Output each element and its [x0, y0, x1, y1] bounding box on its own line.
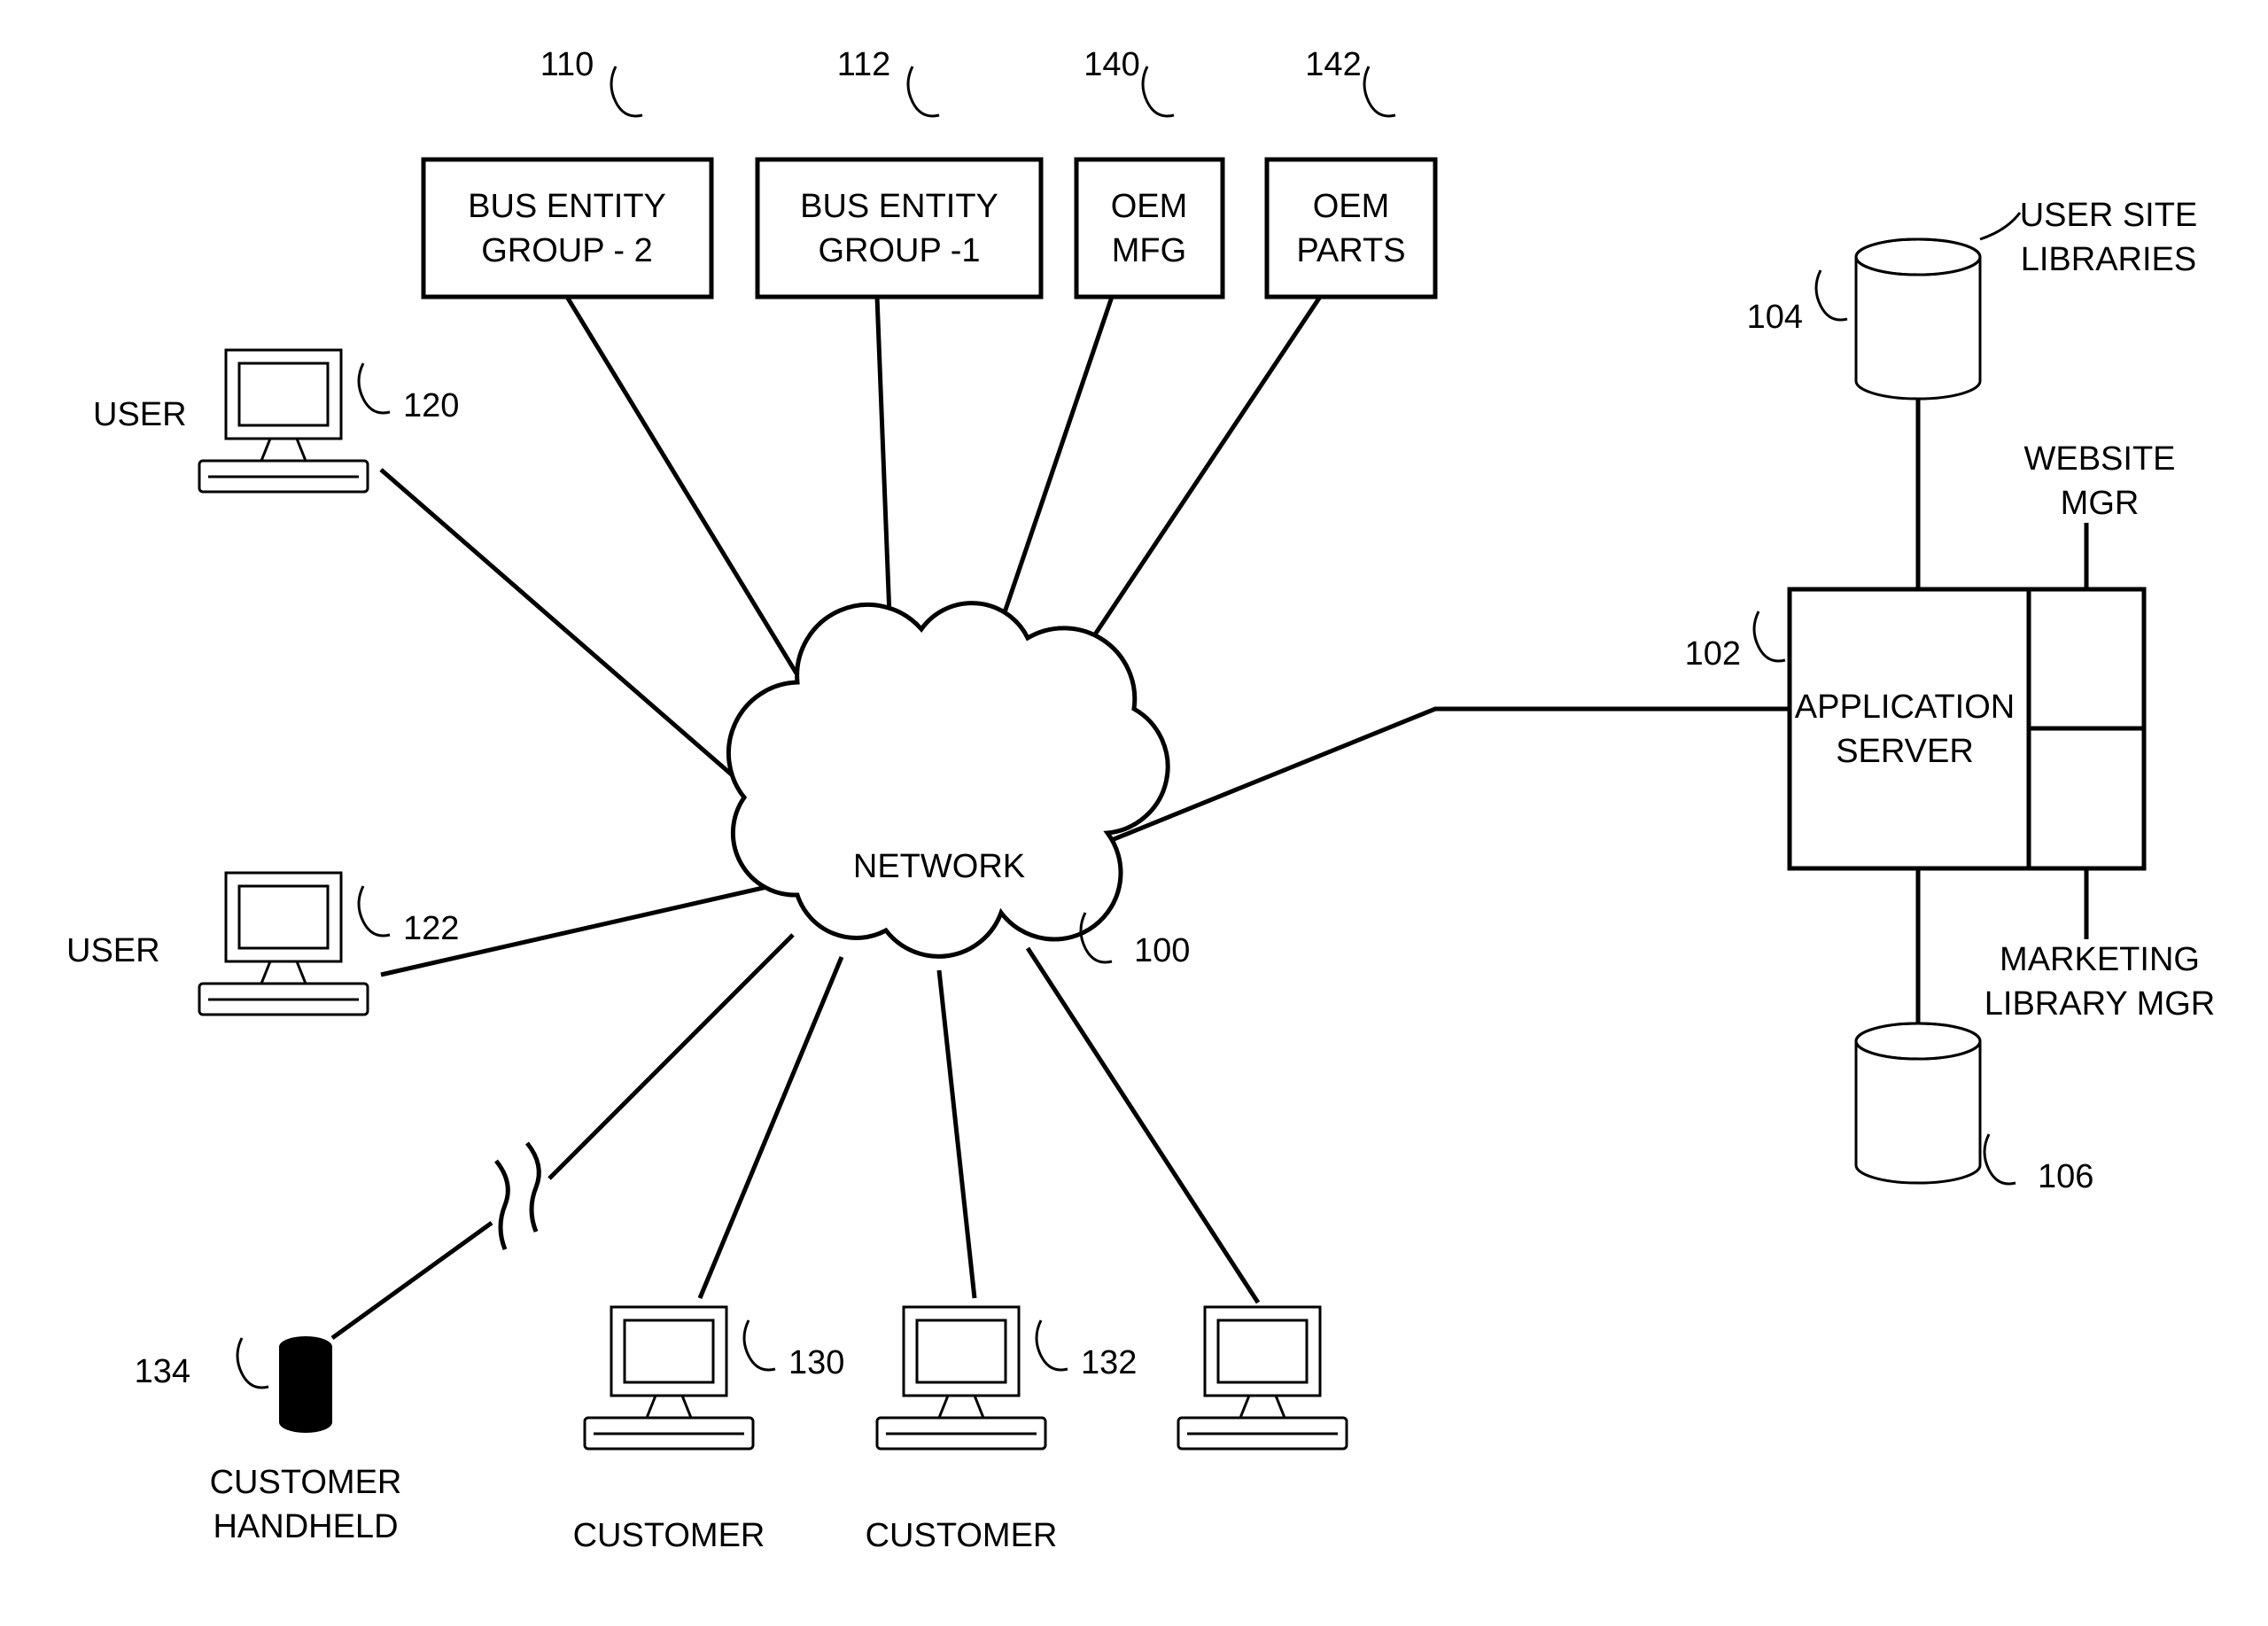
bus-entity-group-1: BUS ENTITY GROUP -1 112 — [757, 46, 1041, 297]
userlibs-line1: USER SITE — [2020, 197, 2198, 234]
oemmfg-ref: 140 — [1084, 46, 1139, 83]
be2-line1: BUS ENTITY — [468, 188, 666, 225]
be1-line2: GROUP -1 — [818, 232, 980, 269]
appserver-line2: SERVER — [1836, 733, 1974, 770]
oemmfg-line1: OEM — [1111, 188, 1188, 225]
database-icon — [1856, 239, 1980, 399]
computer-icon — [1178, 1307, 1347, 1449]
userlibs-ref: 104 — [1747, 299, 1803, 336]
handheld-ref: 134 — [135, 1353, 190, 1390]
marketing-lib-1: MARKETING — [2000, 941, 2200, 978]
computer-icon — [585, 1307, 753, 1449]
user-1: USER 120 — [93, 350, 459, 492]
oemparts-line1: OEM — [1313, 188, 1390, 225]
network-label: NETWORK — [853, 848, 1025, 885]
customer-handheld: 134 CUSTOMER HANDHELD — [135, 1336, 402, 1545]
computer-icon — [877, 1307, 1045, 1449]
oemparts-line2: PARTS — [1296, 232, 1405, 269]
be2-ref: 110 — [540, 46, 594, 83]
appserver-line1: APPLICATION — [1795, 689, 2015, 726]
computer-icon — [199, 873, 368, 1015]
oemparts-ref: 142 — [1305, 46, 1361, 83]
customer-2: CUSTOMER 132 — [866, 1307, 1138, 1554]
be1-ref: 112 — [837, 46, 891, 83]
customer-1: CUSTOMER 130 — [573, 1307, 845, 1554]
handheld-line1: CUSTOMER — [210, 1464, 402, 1501]
user-site-libraries-db: USER SITE LIBRARIES 104 — [1747, 197, 2198, 399]
user1-label: USER — [93, 396, 187, 433]
user2-ref: 122 — [403, 910, 459, 947]
customer2-label: CUSTOMER — [866, 1517, 1058, 1554]
handheld-line2: HANDHELD — [213, 1508, 398, 1545]
website-mgr-2: MGR — [2061, 485, 2140, 522]
userlibs-line2: LIBRARIES — [2021, 241, 2197, 278]
appserver-ref: 102 — [1685, 635, 1741, 673]
oem-parts: OEM PARTS 142 — [1267, 46, 1435, 297]
user2-label: USER — [66, 932, 160, 969]
bus-entity-group-2: BUS ENTITY GROUP - 2 110 — [423, 46, 711, 297]
website-mgr-1: WEBSITE — [2023, 440, 2175, 478]
customer1-ref: 130 — [788, 1344, 844, 1381]
customer-3 — [1178, 1307, 1347, 1449]
user-2: USER 122 — [66, 873, 459, 1015]
user1-ref: 120 — [403, 387, 459, 424]
marketing-lib-2: LIBRARY MGR — [1984, 985, 2215, 1023]
oemmfg-line2: MFG — [1112, 232, 1186, 269]
application-server: APPLICATION SERVER 102 WEBSITE MGR MARKE… — [1685, 440, 2216, 1023]
network-ref: 100 — [1134, 932, 1190, 969]
lowerdb-ref: 106 — [2038, 1158, 2093, 1195]
be2-line2: GROUP - 2 — [481, 232, 653, 269]
oem-mfg: OEM MFG 140 — [1076, 46, 1223, 297]
customer2-ref: 132 — [1081, 1344, 1137, 1381]
lower-db: 106 — [1856, 1023, 2093, 1195]
computer-icon — [199, 350, 368, 492]
customer1-label: CUSTOMER — [573, 1517, 765, 1554]
be1-line1: BUS ENTITY — [800, 188, 998, 225]
database-icon — [1856, 1023, 1980, 1183]
network-node: NETWORK 100 — [728, 603, 1190, 969]
